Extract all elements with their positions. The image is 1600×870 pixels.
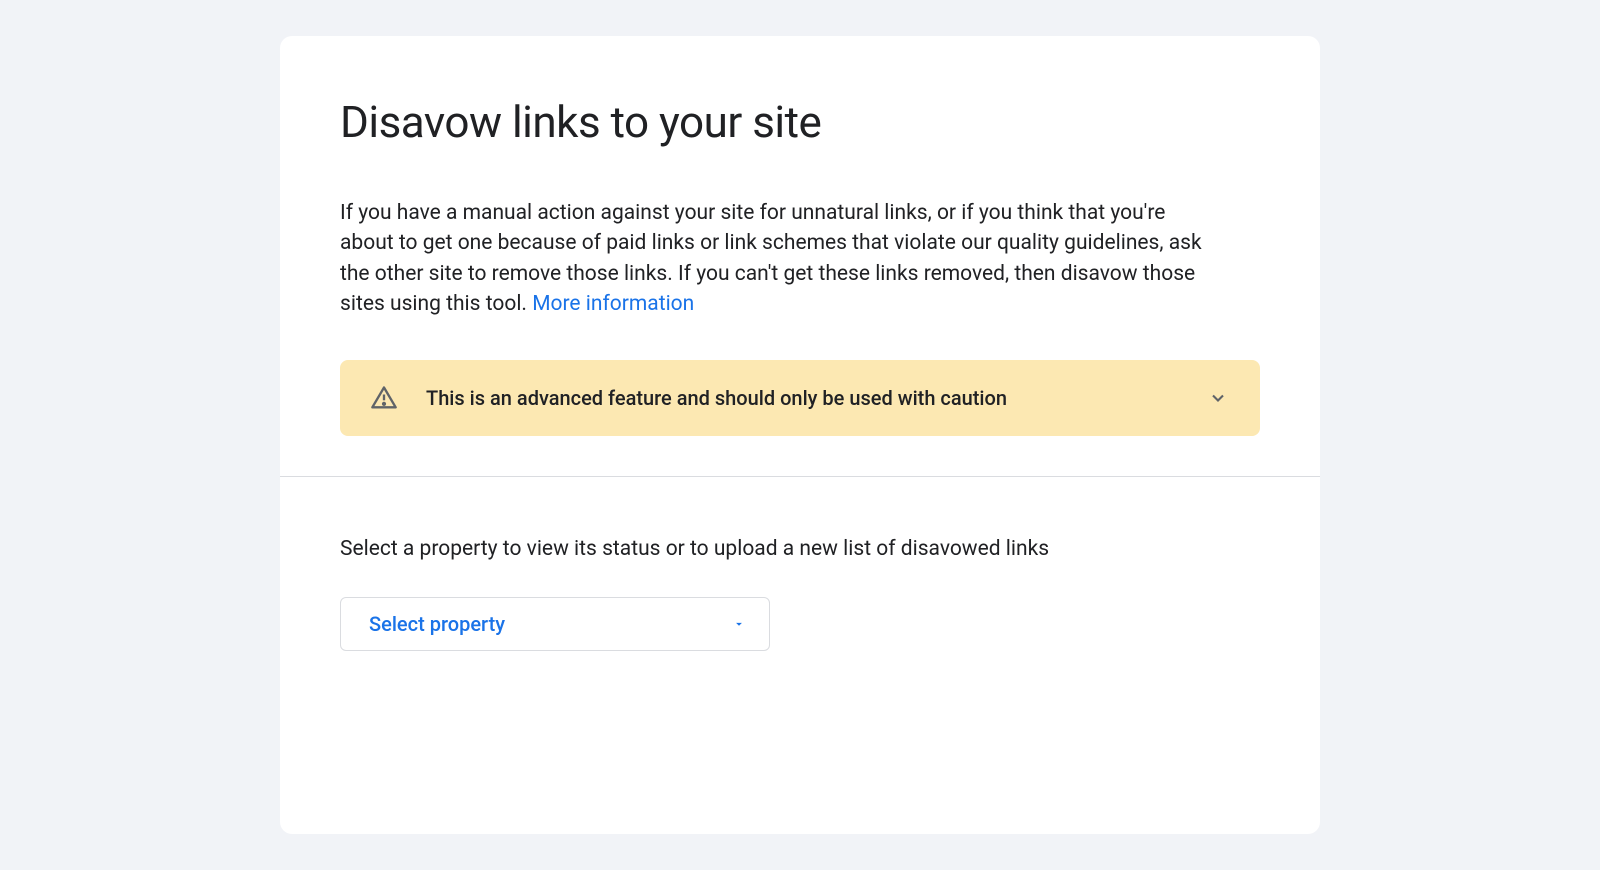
chevron-down-icon: [1206, 386, 1230, 410]
page-title: Disavow links to your site: [340, 96, 1260, 148]
main-card: Disavow links to your site If you have a…: [280, 36, 1320, 834]
warning-triangle-icon: [370, 384, 398, 412]
lower-section: Select a property to view its status or …: [280, 477, 1320, 721]
select-property-text: Select property: [369, 612, 505, 636]
upper-section: Disavow links to your site If you have a…: [280, 36, 1320, 476]
dropdown-arrow-icon: [729, 614, 749, 634]
description-text: If you have a manual action against your…: [340, 198, 1220, 320]
warning-banner[interactable]: This is an advanced feature and should o…: [340, 360, 1260, 436]
description-body: If you have a manual action against your…: [340, 201, 1202, 316]
select-property-label: Select a property to view its status or …: [340, 537, 1260, 561]
warning-text: This is an advanced feature and should o…: [426, 386, 1178, 410]
select-property-dropdown[interactable]: Select property: [340, 597, 770, 651]
more-information-link[interactable]: More information: [532, 292, 694, 316]
